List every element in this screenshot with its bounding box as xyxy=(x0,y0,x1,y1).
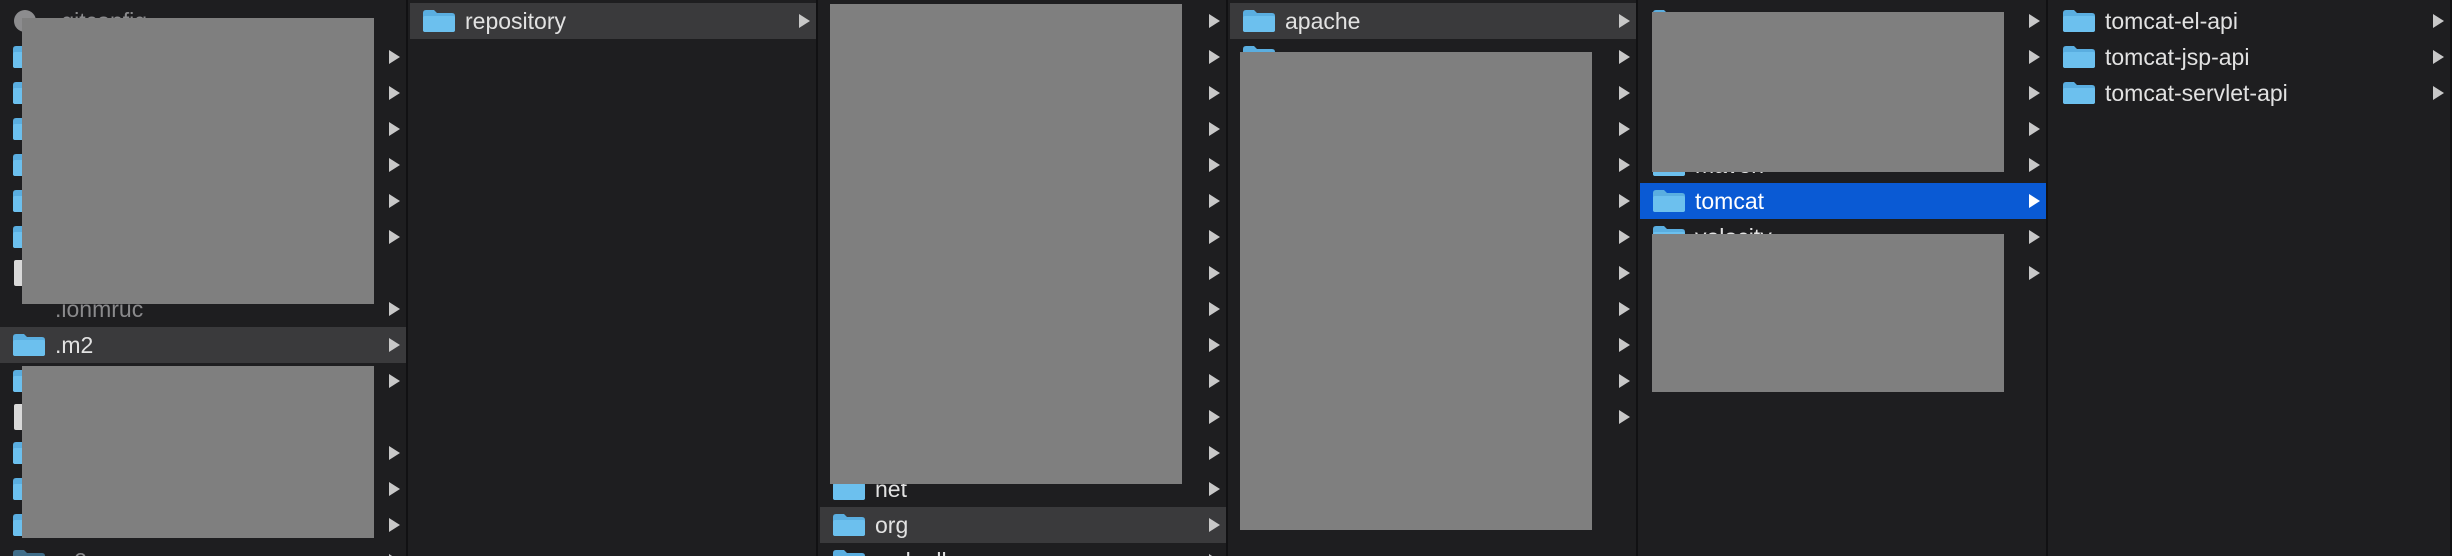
disclosure-arrow-icon xyxy=(389,230,400,244)
redaction-block xyxy=(1240,52,1592,530)
item-label: .n2 xyxy=(55,543,87,556)
folder-icon xyxy=(12,549,46,556)
folder-icon xyxy=(2062,81,2096,105)
disclosure-arrow-icon xyxy=(1209,14,1220,28)
redaction-block xyxy=(1652,234,2004,392)
disclosure-arrow-icon xyxy=(1619,158,1630,172)
disclosure-arrow-icon xyxy=(1619,50,1630,64)
disclosure-arrow-icon xyxy=(1619,230,1630,244)
redaction-block xyxy=(22,18,374,304)
disclosure-arrow-icon xyxy=(389,194,400,208)
disclosure-arrow-icon xyxy=(389,122,400,136)
redaction-block xyxy=(22,366,374,538)
folder-icon xyxy=(2062,45,2096,69)
item-label: tomcat-servlet-api xyxy=(2105,80,2288,106)
disclosure-arrow-icon xyxy=(1619,122,1630,136)
disclosure-arrow-icon xyxy=(389,338,400,352)
item-repository[interactable]: repository xyxy=(410,3,816,39)
disclosure-arrow-icon xyxy=(1209,122,1220,136)
disclosure-arrow-icon xyxy=(799,14,810,28)
disclosure-arrow-icon xyxy=(1209,482,1220,496)
item-label: apache xyxy=(1285,8,1361,34)
disclosure-arrow-icon xyxy=(2433,50,2444,64)
disclosure-arrow-icon xyxy=(1619,302,1630,316)
item-label: .m2 xyxy=(55,332,94,358)
disclosure-arrow-icon xyxy=(1619,86,1630,100)
disclosure-arrow-icon xyxy=(389,50,400,64)
disclosure-arrow-icon xyxy=(1619,14,1630,28)
disclosure-arrow-icon xyxy=(1209,230,1220,244)
browser-column-2[interactable]: repository xyxy=(410,0,818,556)
disclosure-arrow-icon xyxy=(2029,86,2040,100)
disclosure-arrow-icon xyxy=(2029,266,2040,280)
disclosure-arrow-icon xyxy=(2029,14,2040,28)
item-apache[interactable]: apache xyxy=(1230,3,1636,39)
item-label: repository xyxy=(465,8,566,34)
item-m2[interactable]: .m2 xyxy=(0,327,406,363)
disclosure-arrow-icon xyxy=(2029,50,2040,64)
disclosure-arrow-icon xyxy=(1209,194,1220,208)
item-tomcat[interactable]: tomcat xyxy=(1640,183,2046,219)
disclosure-arrow-icon xyxy=(2029,122,2040,136)
redaction-block xyxy=(830,4,1182,484)
disclosure-arrow-icon xyxy=(1619,374,1630,388)
disclosure-arrow-icon xyxy=(2433,14,2444,28)
folder-icon xyxy=(2062,9,2096,33)
item-label: org xyxy=(875,512,909,538)
item-n2[interactable]: .n2 xyxy=(0,543,406,556)
folder-icon xyxy=(1242,9,1276,33)
item-label: tomcat xyxy=(1695,188,1765,214)
column-browser: .gitconfig.ionmruc.m2.n2repositorynetorg… xyxy=(0,0,2452,556)
disclosure-arrow-icon xyxy=(1209,410,1220,424)
disclosure-arrow-icon xyxy=(389,86,400,100)
disclosure-arrow-icon xyxy=(1209,338,1220,352)
item-tomcat-servlet-api[interactable]: tomcat-servlet-api xyxy=(2050,75,2450,111)
disclosure-arrow-icon xyxy=(1209,374,1220,388)
disclosure-arrow-icon xyxy=(2029,194,2040,208)
disclosure-arrow-icon xyxy=(1209,50,1220,64)
disclosure-arrow-icon xyxy=(1209,446,1220,460)
item-label: tomcat-jsp-api xyxy=(2105,44,2250,70)
redaction-block xyxy=(1652,12,2004,172)
disclosure-arrow-icon xyxy=(1209,266,1220,280)
item-org[interactable]: org xyxy=(820,507,1226,543)
disclosure-arrow-icon xyxy=(1209,302,1220,316)
browser-column-6[interactable]: tomcat-el-api tomcat-jsp-api tomcat-servle… xyxy=(2050,0,2452,556)
disclosure-arrow-icon xyxy=(1619,194,1630,208)
item-label: tomcat-el-api xyxy=(2105,8,2238,34)
disclosure-arrow-icon xyxy=(2029,230,2040,244)
folder-icon xyxy=(1652,189,1686,213)
disclosure-arrow-icon xyxy=(389,518,400,532)
disclosure-arrow-icon xyxy=(1209,86,1220,100)
disclosure-arrow-icon xyxy=(389,302,400,316)
disclosure-arrow-icon xyxy=(2029,158,2040,172)
item-tomcat-jsp-api[interactable]: tomcat-jsp-api xyxy=(2050,39,2450,75)
disclosure-arrow-icon xyxy=(1619,410,1630,424)
disclosure-arrow-icon xyxy=(389,374,400,388)
item-tomcat-el-api[interactable]: tomcat-el-api xyxy=(2050,3,2450,39)
item-xmlpull[interactable]: xmlpull xyxy=(820,543,1226,556)
disclosure-arrow-icon xyxy=(1209,518,1220,532)
folder-icon xyxy=(832,513,866,537)
folder-icon xyxy=(832,549,866,556)
disclosure-arrow-icon xyxy=(1619,338,1630,352)
disclosure-arrow-icon xyxy=(389,158,400,172)
disclosure-arrow-icon xyxy=(1619,266,1630,280)
item-label: xmlpull xyxy=(875,543,947,556)
folder-icon xyxy=(12,333,46,357)
disclosure-arrow-icon xyxy=(1209,158,1220,172)
folder-icon xyxy=(422,9,456,33)
disclosure-arrow-icon xyxy=(389,446,400,460)
disclosure-arrow-icon xyxy=(389,482,400,496)
disclosure-arrow-icon xyxy=(2433,86,2444,100)
